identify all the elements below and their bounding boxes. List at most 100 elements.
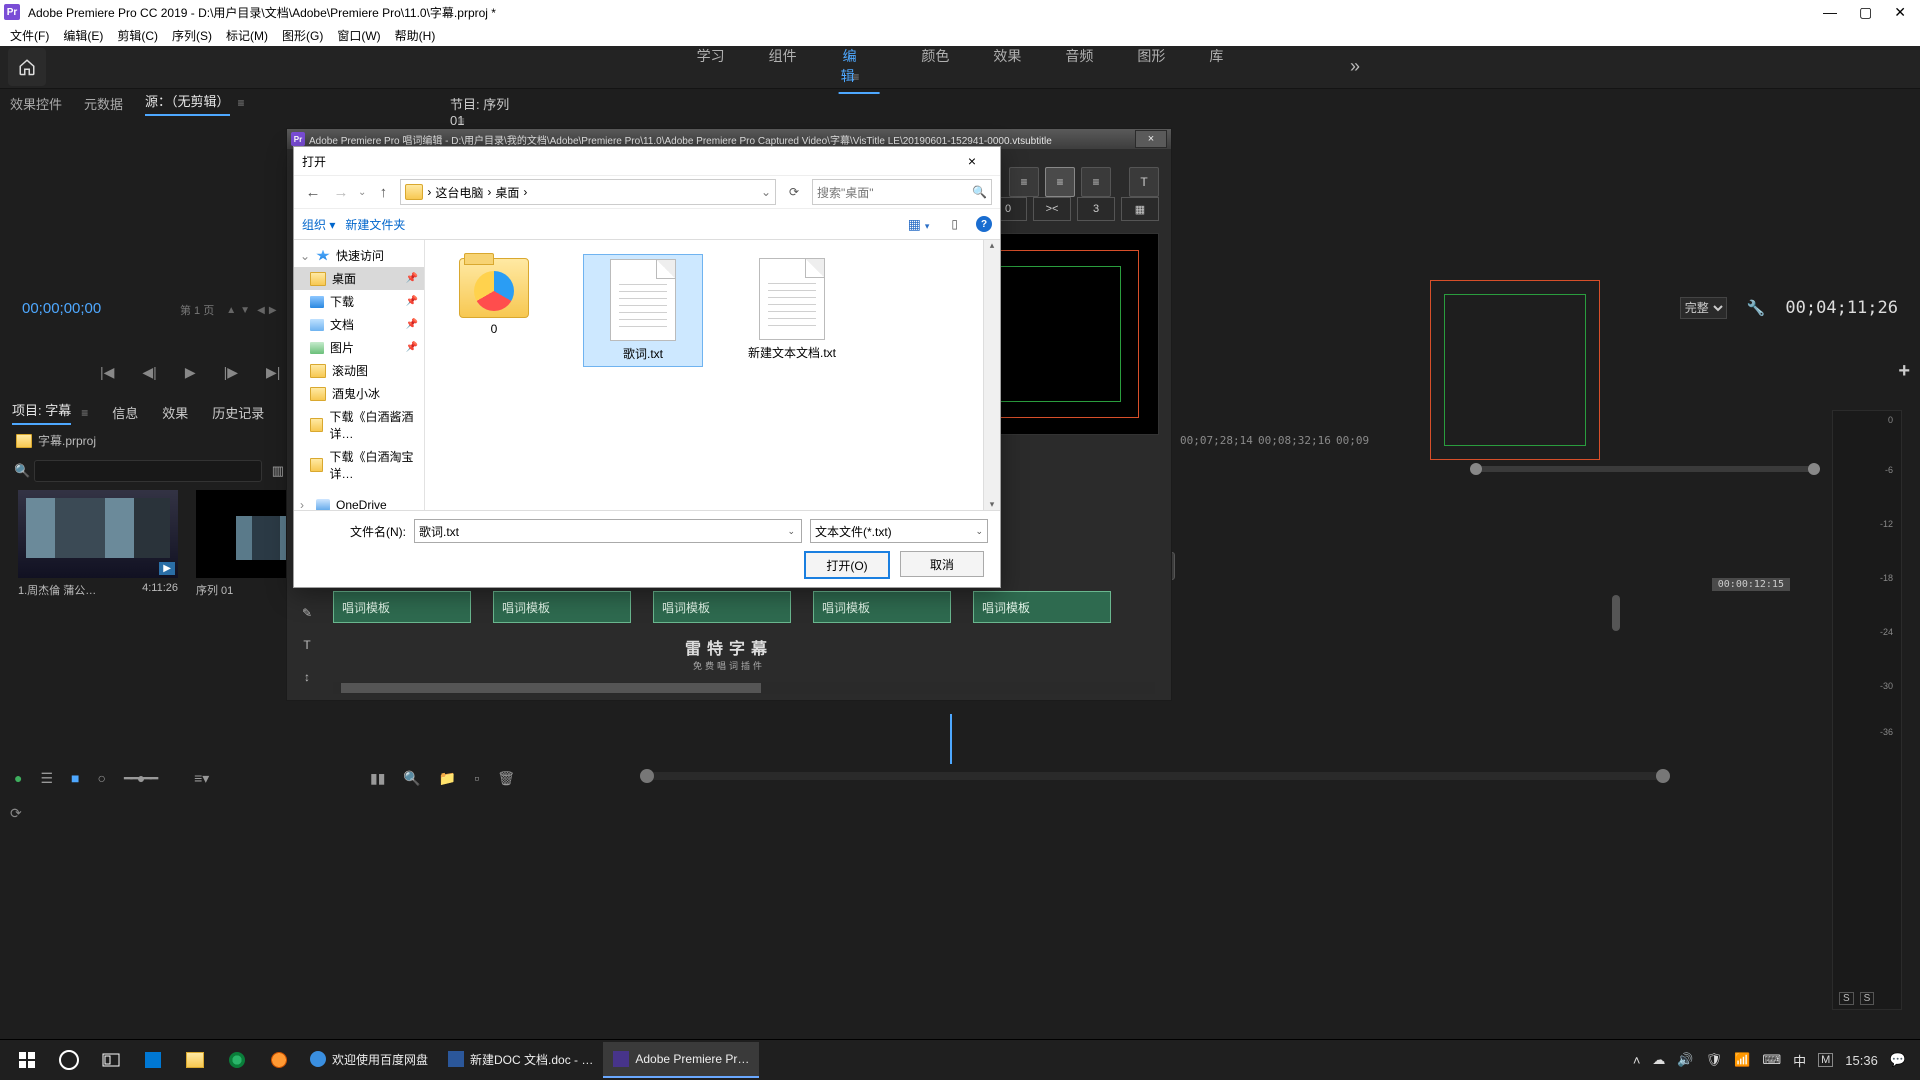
workspace-overflow-button[interactable]: » (1350, 56, 1360, 77)
menu-edit[interactable]: 编辑(E) (59, 25, 107, 46)
help-button[interactable]: ? (976, 216, 992, 232)
nav-history-caret[interactable]: ⌄ (358, 187, 366, 198)
minimize-button[interactable]: — (1823, 4, 1837, 21)
tool-pen[interactable]: ✎ (295, 601, 319, 625)
workspace-tab-libraries[interactable]: 库 (1207, 40, 1225, 94)
menu-help[interactable]: 帮助(H) (391, 25, 440, 46)
project-breadcrumb[interactable]: 字幕.prproj (16, 432, 96, 449)
align-left-button[interactable]: ≡ (1009, 167, 1039, 197)
workspace-tab-assembly[interactable]: 组件 (767, 40, 799, 94)
timeline-zoom-scrollbar[interactable] (640, 772, 1670, 780)
subtitle-clip[interactable]: 唱词模板 (333, 591, 471, 623)
taskbar-clock[interactable]: 15:36 (1845, 1053, 1878, 1068)
breadcrumb-bar[interactable]: › 这台电脑 › 桌面 › ⌄ (400, 179, 776, 205)
tree-folder[interactable]: 下载《白酒酱酒详… (294, 405, 424, 445)
zoom-slider[interactable]: ━━●━━ (124, 770, 156, 787)
start-button[interactable] (6, 1043, 48, 1077)
workspace-tab-editing[interactable]: 编辑 ≡ (839, 40, 880, 94)
maximize-button[interactable]: ▢ (1859, 4, 1872, 21)
new-bin-icon[interactable]: ▥ (272, 463, 284, 479)
tree-documents[interactable]: 文档📌 (294, 313, 424, 336)
freeform-view-button[interactable]: ○ (98, 770, 106, 787)
nav-forward-button[interactable]: → (330, 184, 352, 201)
notification-center[interactable]: 💬 (1890, 1052, 1906, 1068)
tree-folder[interactable]: 滚动图 (294, 359, 424, 382)
breadcrumb-segment[interactable]: 桌面 (495, 184, 519, 201)
tab-effects-panel[interactable]: 效果 (162, 403, 188, 422)
file-item[interactable]: 新建文本文档.txt (733, 254, 851, 367)
program-add-button[interactable]: + (1898, 360, 1910, 383)
find-button[interactable]: 🔍 (403, 770, 420, 787)
solo-right[interactable]: S (1860, 992, 1875, 1005)
tool-text[interactable]: T (295, 633, 319, 657)
goto-in-button[interactable]: |◀ (100, 364, 114, 381)
breadcrumb-dropdown[interactable]: ⌄ (761, 185, 771, 199)
workspace-active-menu-icon[interactable]: ≡ (850, 64, 861, 90)
workspace-tab-graphics[interactable]: 图形 (1135, 40, 1167, 94)
menu-markers[interactable]: 标记(M) (222, 25, 272, 46)
sort-menu-icon[interactable]: ≡▾ (194, 770, 209, 787)
vistitle-hscroll-thumb[interactable] (341, 683, 761, 693)
home-button[interactable] (8, 48, 46, 86)
tray-onedrive[interactable]: ☁ (1652, 1052, 1665, 1068)
cancel-button[interactable]: 取消 (900, 551, 984, 577)
timeline-playhead[interactable] (950, 714, 952, 764)
record-icon[interactable]: ● (14, 770, 22, 787)
num-field-2[interactable]: >< (1033, 197, 1071, 221)
dialog-search-input[interactable]: 搜索"桌面" 🔍 (812, 179, 992, 205)
tray-overflow[interactable]: ˄ (1633, 1053, 1641, 1068)
tab-history[interactable]: 历史记录 (212, 403, 264, 422)
subtitle-clip[interactable]: 唱词模板 (653, 591, 791, 623)
store-button[interactable] (132, 1043, 174, 1077)
tab-source[interactable]: 源：（无剪辑） (145, 91, 230, 116)
source-page-arrows[interactable]: ▲▼ ◀▶ (224, 304, 278, 316)
timeline-zoom-left[interactable] (640, 769, 654, 783)
automate-button[interactable]: ▮▮ (370, 770, 385, 787)
new-folder-button[interactable]: 新建文件夹 (345, 216, 405, 233)
subtitle-clip[interactable]: 唱词模板 (813, 591, 951, 623)
filename-input[interactable]: 歌词.txt ⌄ (414, 519, 802, 543)
cortana-button[interactable] (48, 1043, 90, 1077)
tree-folder[interactable]: 酒鬼小冰 (294, 382, 424, 405)
vistitle-hscrollbar[interactable] (333, 682, 1155, 694)
nav-up-button[interactable]: ↑ (372, 184, 394, 201)
menu-sequence[interactable]: 序列(S) (168, 25, 216, 46)
media-thumbnail[interactable]: ▶ (18, 490, 178, 578)
file-item-folder[interactable]: 0 (435, 254, 553, 367)
menu-file[interactable]: 文件(F) (6, 25, 53, 46)
tab-project[interactable]: 项目: 字幕 (12, 400, 71, 425)
menu-graphics[interactable]: 图形(G) (278, 25, 327, 46)
sync-icon[interactable]: ⟳ (10, 805, 22, 822)
settings-wrench-icon[interactable]: 🔧 (1747, 299, 1766, 317)
breadcrumb-caret[interactable]: › (427, 185, 431, 199)
tree-folder[interactable]: 下载《白酒淘宝详… (294, 445, 424, 485)
tree-quick-access[interactable]: ⌄ 快速访问 (294, 244, 424, 267)
tab-info[interactable]: 信息 (112, 403, 138, 422)
step-back-button[interactable]: ◀| (142, 364, 156, 381)
tab-metadata[interactable]: 元数据 (84, 94, 123, 113)
new-item-button[interactable]: ▫ (474, 770, 479, 787)
tray-volume[interactable]: 🔊 (1677, 1052, 1693, 1068)
taskbar-app-baidupan[interactable]: 欢迎使用百度网盘 (300, 1042, 438, 1078)
dialog-titlebar[interactable]: 打开 × (294, 147, 1000, 175)
file-item-selected[interactable]: 歌词.txt (583, 254, 703, 367)
project-panel-menu-icon[interactable]: ≡ (81, 406, 88, 420)
subtitle-clip[interactable]: 唱词模板 (973, 591, 1111, 623)
filetype-dropdown[interactable]: 文本文件(*.txt) ⌄ (810, 519, 988, 543)
text-tool-button[interactable]: T (1129, 167, 1159, 197)
subtitle-clip[interactable]: 唱词模板 (493, 591, 631, 623)
workspace-tab-learn[interactable]: 学习 (695, 40, 727, 94)
align-center-button[interactable]: ≡ (1045, 167, 1075, 197)
align-right-button[interactable]: ≡ (1081, 167, 1111, 197)
browser-360-button[interactable] (216, 1043, 258, 1077)
tree-pictures[interactable]: 图片📌 (294, 336, 424, 359)
dropdown-caret-icon[interactable]: ⌄ (787, 526, 795, 537)
menu-window[interactable]: 窗口(W) (333, 25, 384, 46)
program-tab[interactable]: 节目: 序列 01 ≡ (450, 94, 528, 128)
workspace-tab-color[interactable]: 颜色 (919, 40, 951, 94)
tray-m-icon[interactable]: M (1818, 1053, 1833, 1067)
explorer-button[interactable] (174, 1043, 216, 1077)
refresh-button[interactable]: ⟳ (782, 185, 806, 199)
workspace-tab-audio[interactable]: 音频 (1063, 40, 1095, 94)
program-panel-menu-icon[interactable]: ≡ (458, 114, 465, 128)
